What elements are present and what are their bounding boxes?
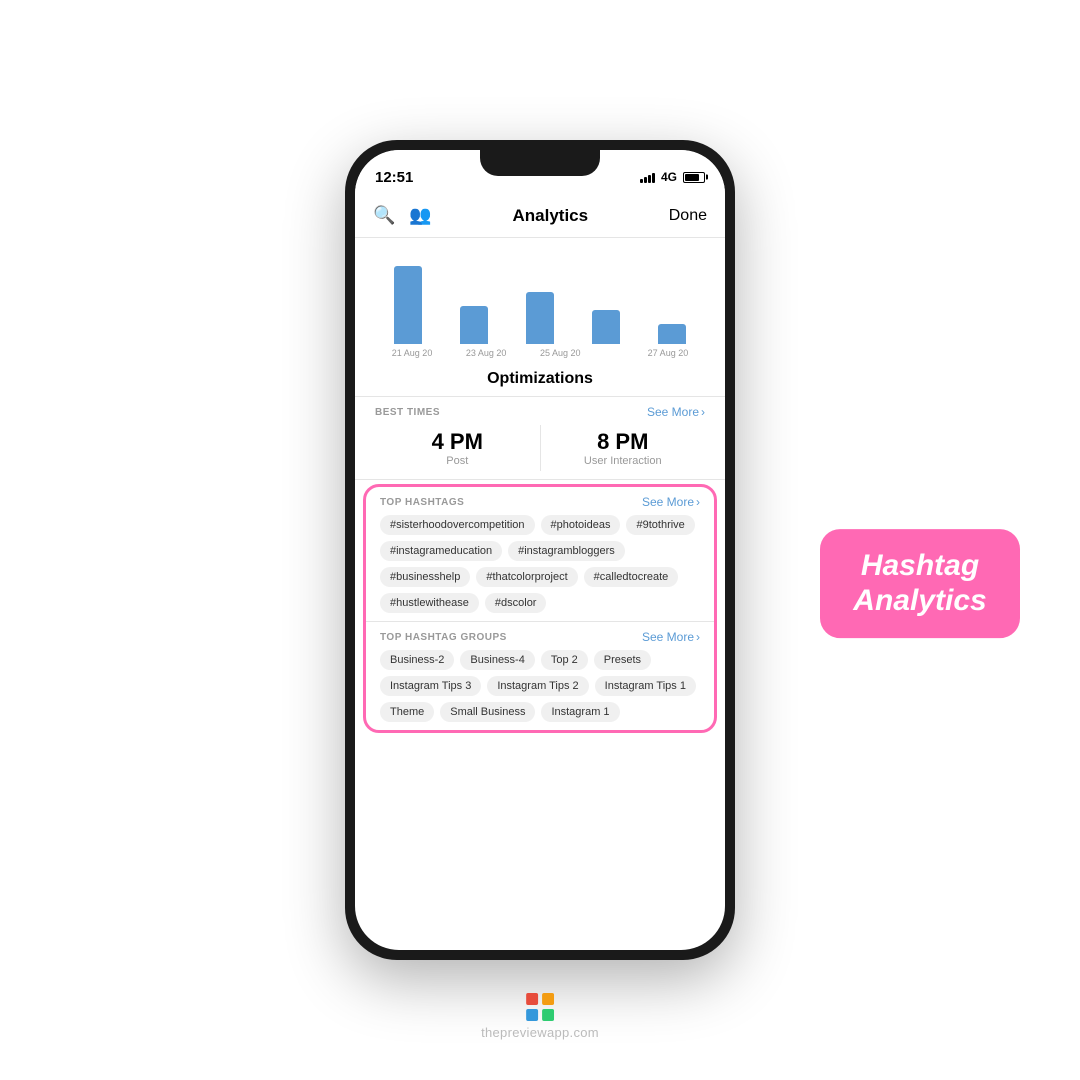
bar-3 — [526, 292, 554, 344]
footer-url: thepreviewapp.com — [481, 1025, 599, 1040]
best-times-see-more[interactable]: See More › — [647, 405, 705, 419]
chart-bar-group-1 — [394, 266, 422, 344]
post-time-label: Post — [375, 455, 540, 467]
search-icon[interactable]: 🔍 — [373, 205, 395, 226]
hashtag-tag-3[interactable]: #9tothrive — [626, 515, 694, 535]
hashtag-badge: Hashtag Analytics — [820, 529, 1020, 638]
chart-bar-group-3 — [526, 292, 554, 344]
hashtag-tag-4[interactable]: #instagrameducation — [380, 541, 502, 561]
chart-label-1: 21 Aug 20 — [392, 348, 433, 358]
hashtag-tag-7[interactable]: #thatcolorproject — [476, 567, 577, 587]
hashtag-tag-9[interactable]: #hustlewithease — [380, 593, 479, 613]
footer: thepreviewapp.com — [481, 993, 599, 1040]
battery-icon — [683, 172, 705, 183]
signal-icon — [640, 171, 655, 183]
phone-screen: 12:51 4G 🔍 — [355, 150, 725, 950]
hashtag-tag-2[interactable]: #photoideas — [541, 515, 621, 535]
post-time-block: 4 PM Post — [375, 425, 540, 471]
done-button[interactable]: Done — [669, 207, 707, 225]
hashtag-tag-1[interactable]: #sisterhoodovercompetition — [380, 515, 535, 535]
status-bar: 12:51 4G — [355, 150, 725, 194]
page-wrapper: 12:51 4G 🔍 — [0, 0, 1080, 1080]
chart-bar-group-5 — [658, 324, 686, 344]
chart-label-3: 25 Aug 20 — [540, 348, 581, 358]
people-icon[interactable]: 👥 — [409, 205, 431, 226]
bar-5 — [658, 324, 686, 344]
nav-bar: 🔍 👥 Analytics Done — [355, 194, 725, 238]
top-hashtags-row: TOP HASHTAGS See More › — [380, 495, 700, 509]
chart-label-2: 23 Aug 20 — [466, 348, 507, 358]
top-hashtags-label: TOP HASHTAGS — [380, 497, 464, 508]
group-tag-2[interactable]: Business-4 — [460, 650, 534, 670]
group-tag-3[interactable]: Top 2 — [541, 650, 588, 670]
best-times-row: BEST TIMES See More › — [375, 405, 705, 419]
chart-bar-group-4 — [592, 310, 620, 344]
notch — [480, 150, 600, 176]
post-time-value: 4 PM — [375, 429, 540, 455]
best-times-section: BEST TIMES See More › 4 PM Post 8 PM Use… — [355, 397, 725, 480]
times-row: 4 PM Post 8 PM User Interaction — [375, 425, 705, 471]
group-tag-1[interactable]: Business-2 — [380, 650, 454, 670]
best-times-label: BEST TIMES — [375, 407, 440, 418]
chart-area: 21 Aug 20 23 Aug 20 25 Aug 20 27 Aug 20 — [355, 238, 725, 358]
group-tag-8[interactable]: Theme — [380, 702, 434, 722]
optimizations-title: Optimizations — [487, 370, 593, 387]
group-tags: Business-2 Business-4 Top 2 Presets Inst… — [380, 650, 700, 722]
hashtag-tag-6[interactable]: #businesshelp — [380, 567, 470, 587]
hashtag-tags: #sisterhoodovercompetition #photoideas #… — [380, 515, 700, 613]
top-groups-label: TOP HASHTAG GROUPS — [380, 632, 507, 643]
hashtag-badge-text: Hashtag Analytics — [844, 549, 996, 618]
phone-shell: 12:51 4G 🔍 — [345, 140, 735, 960]
optimizations-header: Optimizations — [355, 358, 725, 397]
top-groups-section: TOP HASHTAG GROUPS See More › Business-2… — [366, 622, 714, 730]
group-tag-9[interactable]: Small Business — [440, 702, 535, 722]
nav-title: Analytics — [432, 206, 669, 226]
top-hashtags-section: TOP HASHTAGS See More › #sisterhoodoverc… — [366, 487, 714, 622]
interaction-time-label: User Interaction — [541, 455, 706, 467]
hashtag-tag-5[interactable]: #instagrambloggers — [508, 541, 625, 561]
footer-logo-icon — [526, 993, 554, 1021]
nav-left: 🔍 👥 — [373, 205, 432, 226]
chart-label-5: 27 Aug 20 — [648, 348, 689, 358]
chart-bar-group-2 — [460, 306, 488, 344]
interaction-time-value: 8 PM — [541, 429, 706, 455]
status-icons: 4G — [640, 170, 705, 184]
hashtag-highlight: TOP HASHTAGS See More › #sisterhoodoverc… — [363, 484, 717, 733]
status-time: 12:51 — [375, 169, 413, 186]
bar-2 — [460, 306, 488, 344]
bar-1 — [394, 266, 422, 344]
top-groups-see-more[interactable]: See More › — [642, 630, 700, 644]
network-label: 4G — [661, 170, 677, 184]
hashtag-tag-8[interactable]: #calledtocreate — [584, 567, 679, 587]
group-tag-5[interactable]: Instagram Tips 3 — [380, 676, 481, 696]
chart-labels: 21 Aug 20 23 Aug 20 25 Aug 20 27 Aug 20 — [375, 344, 705, 358]
group-tag-7[interactable]: Instagram Tips 1 — [595, 676, 696, 696]
group-tag-10[interactable]: Instagram 1 — [541, 702, 619, 722]
interaction-time-block: 8 PM User Interaction — [540, 425, 706, 471]
hashtag-tag-10[interactable]: #dscolor — [485, 593, 547, 613]
chart-bars — [375, 264, 705, 344]
top-hashtags-see-more[interactable]: See More › — [642, 495, 700, 509]
bar-4 — [592, 310, 620, 344]
top-groups-row: TOP HASHTAG GROUPS See More › — [380, 630, 700, 644]
group-tag-4[interactable]: Presets — [594, 650, 651, 670]
group-tag-6[interactable]: Instagram Tips 2 — [487, 676, 588, 696]
